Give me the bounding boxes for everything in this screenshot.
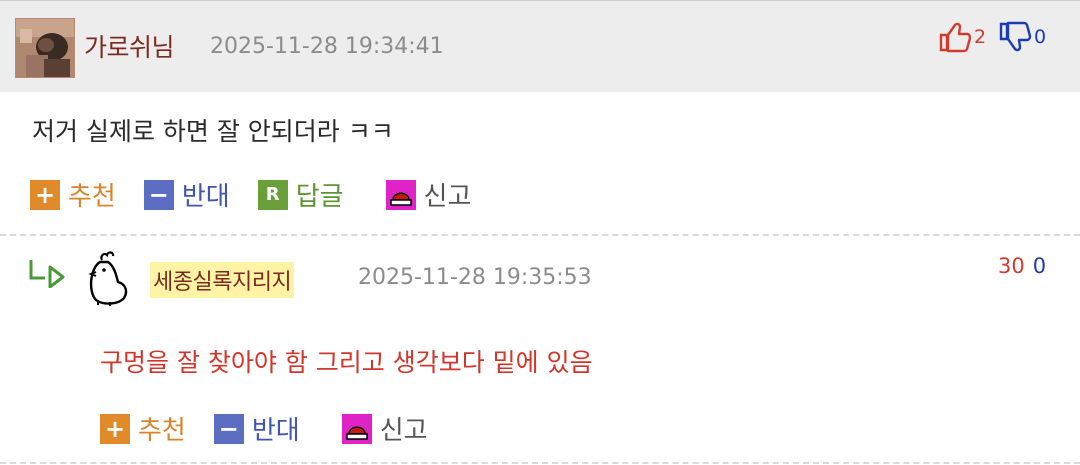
oppose-label: 반대 bbox=[181, 182, 230, 212]
thumbs-up-icon bbox=[939, 22, 972, 53]
oppose-label: 반대 bbox=[251, 416, 300, 446]
comment-body: 저거 실제로 하면 잘 안되더라 ㅋㅋ bbox=[32, 117, 394, 146]
nickname[interactable]: 세종실록지리지 bbox=[150, 262, 295, 298]
timestamp: 2025-11-28 19:34:41 bbox=[210, 34, 444, 59]
plus-icon: + bbox=[100, 413, 130, 444]
comment-actions: + 추천 − 반대 R 답글 신고 bbox=[30, 176, 499, 213]
like-button[interactable]: 2 bbox=[938, 21, 986, 53]
dislike-count: 0 bbox=[1034, 26, 1047, 48]
reply-button[interactable]: R 답글 bbox=[257, 176, 344, 213]
nickname[interactable]: 가로쉬님 bbox=[84, 28, 175, 64]
recommend-button[interactable]: + 추천 bbox=[100, 410, 186, 447]
recommend-label: 추천 bbox=[68, 182, 116, 212]
timestamp: 2025-11-28 19:35:53 bbox=[358, 265, 592, 290]
minus-icon: − bbox=[143, 179, 174, 210]
report-label: 신고 bbox=[423, 182, 472, 212]
minus-icon: − bbox=[213, 413, 244, 444]
recommend-label: 추천 bbox=[138, 416, 186, 446]
vote-counts: 30 0 bbox=[998, 254, 1046, 278]
report-label: 신고 bbox=[379, 416, 428, 446]
report-button[interactable]: 신고 bbox=[341, 410, 428, 447]
dislike-button[interactable]: 0 bbox=[998, 21, 1046, 53]
reply-label: 답글 bbox=[295, 182, 344, 212]
oppose-button[interactable]: − 반대 bbox=[143, 176, 230, 213]
like-count[interactable]: 30 bbox=[998, 254, 1025, 278]
report-button[interactable]: 신고 bbox=[385, 176, 472, 213]
plus-icon: + bbox=[30, 179, 60, 210]
avatar-image bbox=[16, 19, 74, 77]
comment-divider bbox=[0, 462, 1080, 464]
avatar[interactable] bbox=[88, 250, 132, 306]
thumbs-down-icon bbox=[999, 21, 1032, 52]
dislike-count[interactable]: 0 bbox=[1033, 254, 1046, 278]
comment-body: 구멍을 잘 찾아야 함 그리고 생각보다 밑에 있음 bbox=[100, 348, 593, 377]
siren-icon bbox=[385, 179, 416, 210]
siren-icon bbox=[341, 413, 372, 444]
like-count: 2 bbox=[974, 26, 987, 48]
oppose-button[interactable]: − 반대 bbox=[213, 410, 300, 447]
comment-actions: + 추천 − 반대 신고 bbox=[100, 410, 456, 447]
avatar[interactable] bbox=[15, 18, 75, 78]
reply-arrow-icon bbox=[28, 258, 68, 292]
reply-icon: R bbox=[257, 179, 288, 210]
comment-header: 가로쉬님 2025-11-28 19:34:41 2 0 bbox=[0, 0, 1080, 92]
recommend-button[interactable]: + 추천 bbox=[30, 176, 116, 213]
chicken-avatar-icon bbox=[88, 251, 128, 306]
comment-divider bbox=[0, 234, 1080, 236]
